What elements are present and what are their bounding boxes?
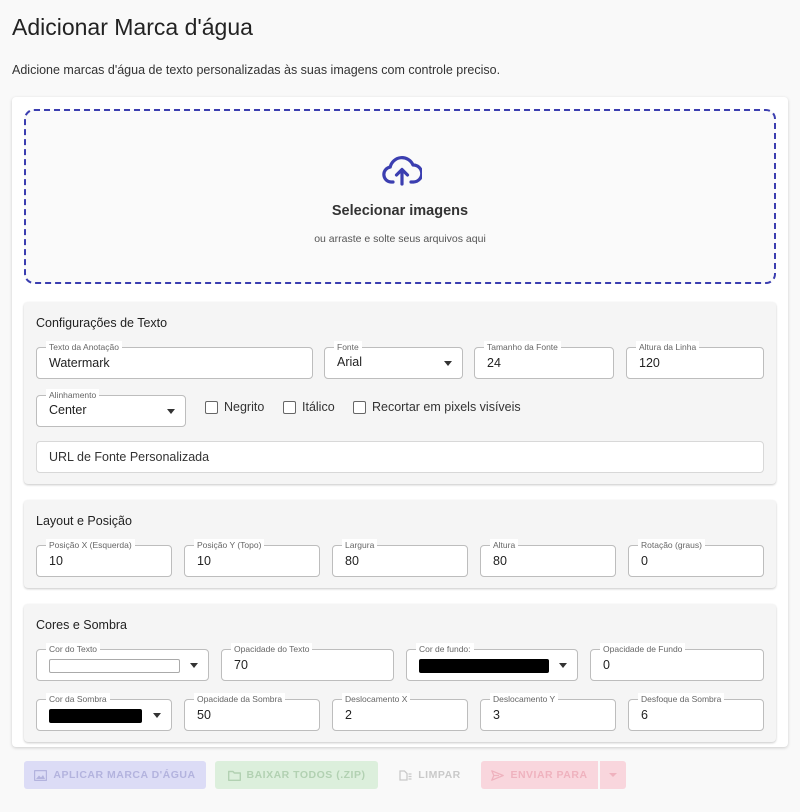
colors-section: Cores e Sombra Cor do Texto Opacidade do…	[24, 604, 776, 742]
page-subtitle: Adicione marcas d'água de texto personal…	[12, 63, 501, 77]
custom-font-url-placeholder: URL de Fonte Personalizada	[49, 450, 210, 464]
shadow-blur-value: 6	[641, 708, 648, 722]
width-label: Largura	[342, 539, 378, 551]
line-height-input[interactable]: Altura da Linha 120	[626, 341, 764, 379]
height-input[interactable]: Altura 80	[480, 539, 616, 577]
rotation-input[interactable]: Rotação (graus) 0	[628, 539, 764, 577]
offset-x-value: 2	[345, 708, 352, 722]
shadow-opacity-value: 50	[197, 708, 211, 722]
rotation-value: 0	[641, 554, 648, 568]
apply-watermark-label: APLICAR MARCA D'ÁGUA	[53, 769, 196, 781]
font-size-input[interactable]: Tamanho da Fonte 24	[474, 341, 614, 379]
rotation-label: Rotação (graus)	[638, 539, 705, 551]
shadow-color-swatch	[49, 709, 142, 723]
dropzone-subtitle: ou arraste e solte seus arquivos aqui	[314, 233, 486, 245]
annotation-text-label: Texto da Anotação	[46, 341, 122, 353]
width-value: 80	[345, 554, 359, 568]
text-color-label: Cor do Texto	[46, 643, 101, 655]
clear-label: LIMPAR	[418, 769, 461, 781]
layout-section: Layout e Posição Posição X (Esquerda) 10…	[24, 500, 776, 588]
pos-x-input[interactable]: Posição X (Esquerda) 10	[36, 539, 172, 577]
send-to-button[interactable]: ENVIAR PARA	[481, 761, 598, 789]
height-label: Altura	[490, 539, 519, 551]
italic-checkbox-label: Itálico	[302, 400, 335, 414]
text-color-swatch	[49, 659, 180, 673]
bold-checkbox[interactable]: Negrito	[205, 399, 264, 415]
alignment-value: Center	[49, 403, 87, 417]
offset-x-input[interactable]: Deslocamento X 2	[332, 693, 468, 731]
clear-button[interactable]: LIMPAR	[387, 761, 473, 789]
shadow-opacity-label: Opacidade da Sombra	[194, 693, 286, 705]
line-height-value: 120	[639, 356, 660, 370]
bg-color-label: Cor de fundo:	[416, 643, 474, 655]
text-color-picker[interactable]: Cor do Texto	[36, 643, 209, 681]
bg-color-picker[interactable]: Cor de fundo:	[406, 643, 578, 681]
chevron-down-icon	[609, 773, 617, 777]
font-select[interactable]: Fonte Arial	[324, 341, 463, 379]
bold-checkbox-box[interactable]	[205, 400, 218, 414]
send-to-dropdown-button[interactable]	[600, 761, 626, 789]
text-settings-title: Configurações de Texto	[36, 316, 168, 330]
bg-opacity-value: 0	[603, 658, 610, 672]
annotation-text-input[interactable]: Texto da Anotação Watermark	[36, 341, 313, 379]
italic-checkbox[interactable]: Itálico	[283, 399, 335, 415]
send-icon	[491, 769, 505, 781]
chevron-down-icon	[190, 663, 198, 668]
shadow-color-label: Cor da Sombra	[46, 693, 110, 705]
pos-y-input[interactable]: Posição Y (Topo) 10	[184, 539, 320, 577]
chevron-down-icon	[153, 713, 161, 718]
text-opacity-input[interactable]: Opacidade do Texto 70	[221, 643, 394, 681]
apply-watermark-button[interactable]: APLICAR MARCA D'ÁGUA	[24, 761, 206, 789]
offset-x-label: Deslocamento X	[342, 693, 411, 705]
width-input[interactable]: Largura 80	[332, 539, 468, 577]
shadow-blur-input[interactable]: Desfoque da Sombra 6	[628, 693, 764, 731]
folder-icon	[227, 770, 241, 781]
cloud-upload-icon	[382, 156, 422, 186]
layout-title: Layout e Posição	[36, 514, 132, 528]
shadow-blur-label: Desfoque da Sombra	[638, 693, 725, 705]
crop-visible-checkbox-box[interactable]	[353, 400, 366, 414]
font-label: Fonte	[334, 341, 362, 353]
shadow-color-picker[interactable]: Cor da Sombra	[36, 693, 172, 731]
chevron-down-icon	[444, 361, 452, 366]
offset-y-input[interactable]: Deslocamento Y 3	[480, 693, 616, 731]
clear-all-icon	[399, 769, 412, 781]
text-opacity-label: Opacidade do Texto	[231, 643, 313, 655]
font-value: Arial	[337, 355, 363, 369]
annotation-text-value: Watermark	[49, 356, 110, 370]
download-zip-button[interactable]: BAIXAR TODOS (.ZIP)	[215, 761, 378, 789]
offset-y-label: Deslocamento Y	[490, 693, 559, 705]
crop-visible-checkbox-label: Recortar em pixels visíveis	[372, 400, 521, 414]
text-settings-section: Configurações de Texto Texto da Anotação…	[24, 302, 776, 484]
crop-visible-checkbox[interactable]: Recortar em pixels visíveis	[353, 399, 521, 415]
chevron-down-icon	[559, 663, 567, 668]
colors-title: Cores e Sombra	[36, 618, 128, 632]
chevron-down-icon	[167, 409, 175, 414]
send-to-label: ENVIAR PARA	[510, 769, 588, 781]
bg-color-swatch	[419, 659, 549, 673]
custom-font-url-input[interactable]: URL de Fonte Personalizada	[36, 441, 764, 473]
image-dropzone[interactable]: Selecionar imagens ou arraste e solte se…	[24, 109, 776, 284]
image-icon	[34, 769, 48, 781]
bg-opacity-input[interactable]: Opacidade de Fundo 0	[590, 643, 764, 681]
download-zip-label: BAIXAR TODOS (.ZIP)	[246, 769, 366, 781]
page-title: Adicionar Marca d'água	[12, 14, 253, 40]
alignment-select[interactable]: Alinhamento Center	[36, 389, 186, 427]
font-size-value: 24	[487, 356, 501, 370]
shadow-opacity-input[interactable]: Opacidade da Sombra 50	[184, 693, 320, 731]
bold-checkbox-label: Negrito	[224, 400, 265, 414]
italic-checkbox-box[interactable]	[283, 400, 296, 414]
pos-x-label: Posição X (Esquerda)	[46, 539, 135, 551]
dropzone-title: Selecionar imagens	[331, 203, 469, 219]
alignment-label: Alinhamento	[46, 389, 100, 401]
pos-x-value: 10	[49, 554, 63, 568]
line-height-label: Altura da Linha	[636, 341, 700, 353]
pos-y-value: 10	[197, 554, 211, 568]
offset-y-value: 3	[493, 708, 500, 722]
height-value: 80	[493, 554, 507, 568]
pos-y-label: Posição Y (Topo)	[194, 539, 265, 551]
font-size-label: Tamanho da Fonte	[484, 341, 561, 353]
bg-opacity-label: Opacidade de Fundo	[600, 643, 686, 655]
text-opacity-value: 70	[234, 658, 248, 672]
